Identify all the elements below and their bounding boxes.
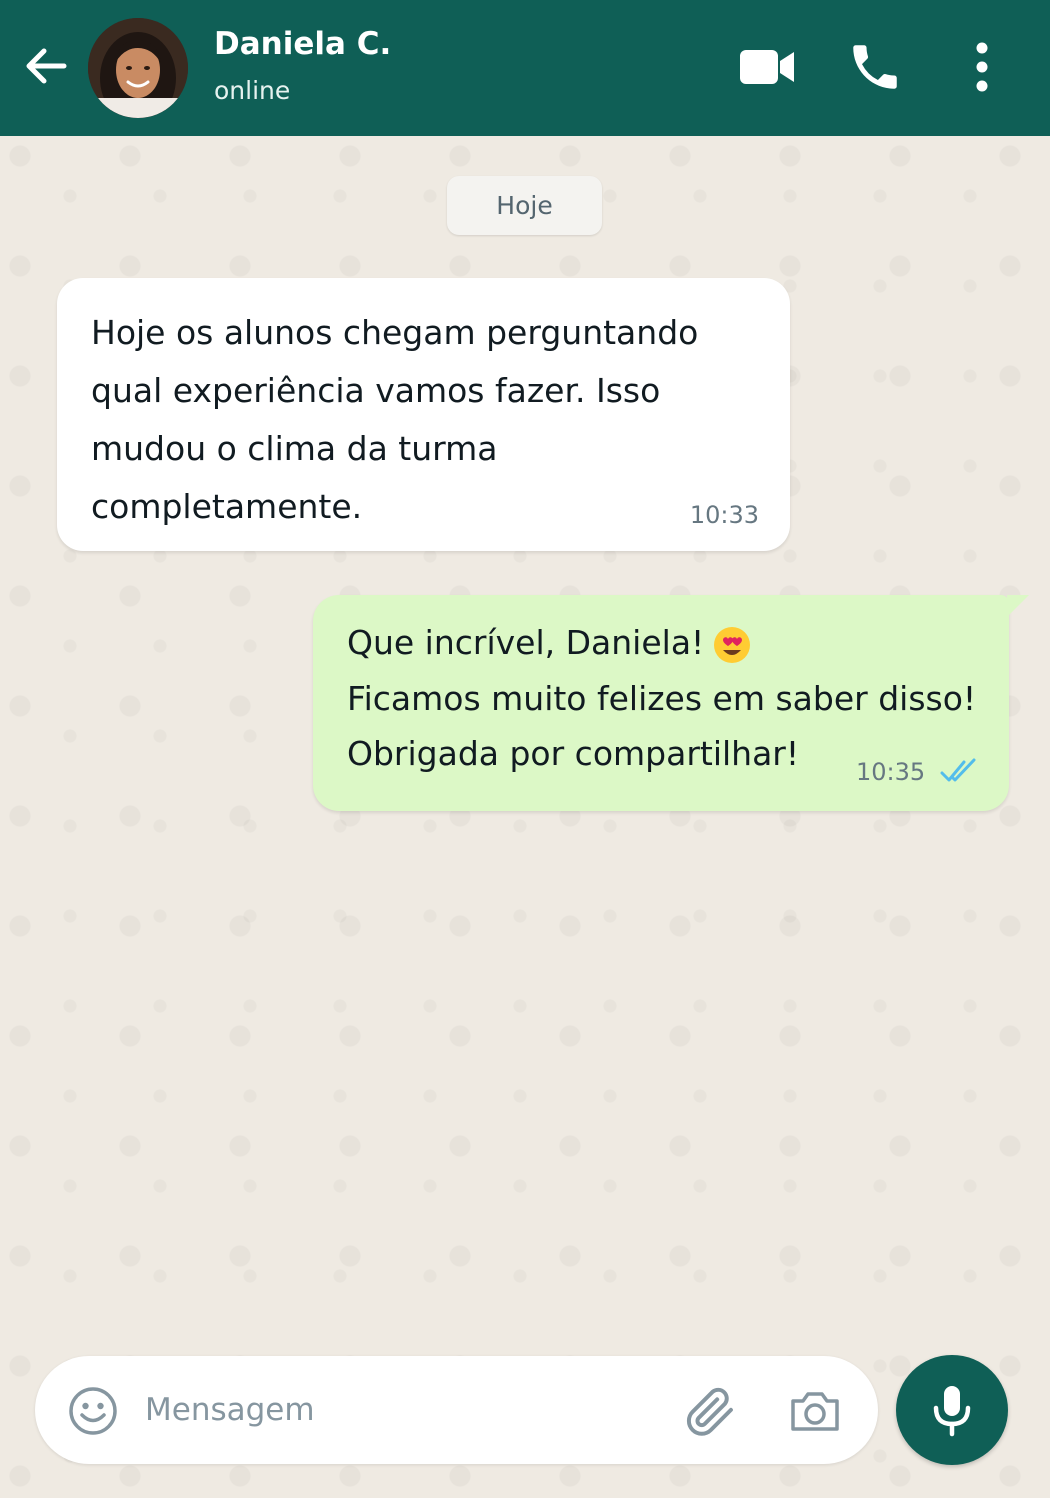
contact-name[interactable]: Daniela C. [214, 26, 391, 62]
heart-eyes-emoji [714, 626, 751, 663]
voice-message-button[interactable] [896, 1355, 1008, 1465]
contact-status: online [214, 76, 291, 105]
incoming-message-bubble[interactable]: Hoje os alunos chegam perguntando qual e… [57, 278, 790, 551]
avatar-image [88, 18, 188, 118]
read-double-check-icon [940, 758, 976, 782]
message-line: Ficamos muito felizes em saber disso! [347, 679, 977, 718]
paperclip-icon [686, 1387, 733, 1436]
microphone-icon [933, 1386, 971, 1437]
more-options-button[interactable] [962, 38, 1002, 96]
avatar[interactable] [88, 18, 188, 118]
attach-button[interactable] [681, 1384, 737, 1440]
message-input[interactable] [145, 1382, 645, 1438]
camera-icon [791, 1392, 839, 1431]
date-chip: Hoje [447, 176, 602, 235]
message-line: Obrigada por compartilhar! [347, 734, 800, 773]
emoji-smile-icon [69, 1387, 117, 1435]
phone-icon [853, 45, 897, 89]
outgoing-message-bubble[interactable]: Que incrível, Daniela! Ficamos muito fel… [313, 595, 1029, 811]
message-time: 10:33 [689, 501, 759, 529]
video-call-button[interactable] [736, 44, 798, 90]
message-line: Que incrível, Daniela! [347, 623, 752, 665]
voice-call-button[interactable] [846, 38, 904, 96]
camera-button[interactable] [787, 1386, 843, 1436]
chat-header: Daniela C. online [0, 0, 1050, 136]
message-line-text: Que incrível, Daniela! [347, 623, 705, 662]
message-text: Hoje os alunos chegam perguntando qual e… [91, 313, 699, 526]
video-camera-icon [740, 50, 794, 84]
emoji-button[interactable] [67, 1385, 119, 1437]
more-vertical-icon [976, 42, 988, 92]
bubble-tail [1007, 595, 1029, 617]
back-button[interactable] [20, 40, 72, 92]
message-time: 10:35 [856, 758, 926, 786]
message-composer [35, 1356, 878, 1464]
arrow-back-icon [26, 48, 67, 84]
